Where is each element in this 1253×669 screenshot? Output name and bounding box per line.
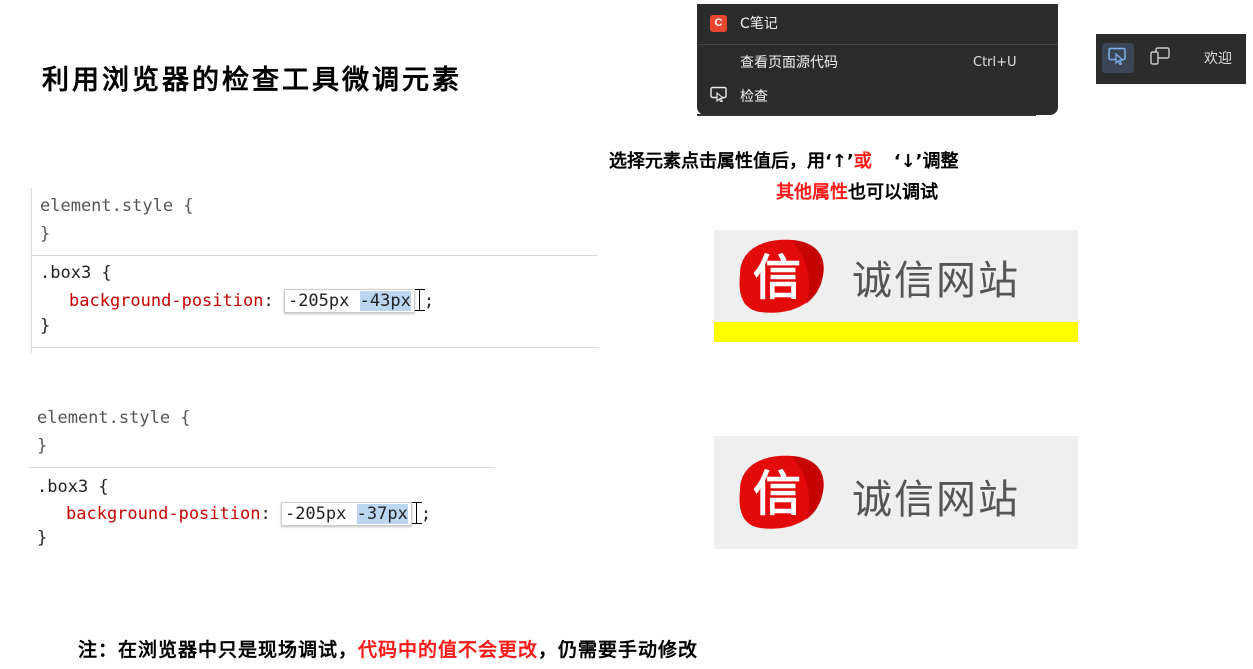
css-semicolon: ;	[423, 291, 435, 311]
logo-text: 诚信网站	[852, 477, 1020, 523]
css-selector[interactable]: .box3 {	[40, 263, 112, 283]
text-cursor-icon	[414, 289, 425, 311]
bottom-note: 注：在浏览器中只是现场调试，代码中的值不会更改，仍需要手动修改	[78, 635, 698, 662]
css-property-name[interactable]: background-position	[69, 291, 263, 311]
device-emulation-icon	[1149, 46, 1171, 70]
css-rule-close: }	[40, 316, 51, 336]
context-menu: C C笔记 查看页面源代码 Ctrl+U 检查	[697, 4, 1058, 115]
note-prefix: 注：在浏览器中只是现场调试，	[78, 639, 359, 661]
menu-item-app[interactable]: C C笔记	[697, 8, 1058, 38]
css-value-y-selected: -37px	[356, 504, 408, 524]
css-colon: :	[260, 504, 281, 524]
menu-item-view-source-label: 查看页面源代码	[740, 55, 838, 71]
note-suffix: ，仍需要手动修改	[538, 639, 699, 661]
instruction-text-end: ‘↓’调整	[893, 151, 959, 172]
devtools-toolbar: 欢迎	[1096, 34, 1246, 84]
logo-preview-1: 信 诚信网站	[714, 230, 1078, 322]
instruction-or: 或	[853, 151, 872, 172]
instruction-line-2: 其他属性也可以调试	[776, 178, 938, 204]
css-declaration: background-position: -205px -43px;	[69, 289, 434, 313]
yellow-bar	[714, 322, 1078, 342]
menu-separator	[697, 44, 1058, 45]
menu-item-view-source[interactable]: 查看页面源代码 Ctrl+U	[697, 47, 1058, 77]
device-toolbar-button[interactable]	[1144, 43, 1176, 73]
css-rule-close: }	[37, 528, 48, 548]
logo-icon-char: 信	[753, 466, 801, 522]
css-selector[interactable]: .box3 {	[37, 477, 109, 497]
css-value-x: -205px	[284, 504, 347, 524]
menu-item-view-source-shortcut: Ctrl+U	[973, 54, 1017, 70]
instruction-line-1: 选择元素点击属性值后，用‘↑’或 ‘↓’调整	[609, 147, 959, 173]
app-logo-icon: C	[710, 14, 727, 32]
menu-item-app-label: C笔记	[740, 16, 778, 32]
instruction-other-properties: 其他属性	[776, 182, 848, 203]
menu-item-inspect[interactable]: 检查	[697, 81, 1058, 111]
styles-panel-1: element.style { } .box3 { background-pos…	[0, 0, 610, 360]
css-semicolon: ;	[420, 504, 432, 524]
element-style-open: element.style {	[40, 196, 194, 216]
chengxin-logo-icon: 信	[730, 236, 830, 320]
logo-icon-char: 信	[753, 250, 801, 306]
inspect-icon	[710, 86, 728, 106]
styles-panel-2: element.style { } .box3 { background-pos…	[0, 390, 520, 570]
instruction-can-debug: 也可以调试	[848, 182, 938, 203]
css-value-editor[interactable]: -205px -37px	[280, 502, 412, 526]
element-style-close: }	[40, 224, 51, 244]
css-colon: :	[263, 291, 284, 311]
note-red: 代码中的值不会更改	[358, 639, 539, 661]
chengxin-logo-icon: 信	[730, 452, 830, 536]
css-value-editor[interactable]: -205px -43px	[283, 289, 415, 313]
logo-preview-2: 信 诚信网站	[714, 436, 1078, 549]
text-cursor-icon	[411, 502, 422, 524]
menu-item-inspect-label: 检查	[740, 89, 768, 105]
logo-text: 诚信网站	[852, 258, 1020, 304]
element-picker-icon	[1108, 47, 1128, 69]
css-property-name[interactable]: background-position	[66, 504, 260, 524]
element-style-close: }	[37, 436, 48, 456]
css-value-y-selected: -43px	[359, 291, 411, 311]
css-value-x: -205px	[287, 291, 350, 311]
element-style-open: element.style {	[37, 408, 191, 428]
menu-bottom-divider	[697, 114, 1036, 116]
instruction-text: 选择元素点击属性值后，用‘↑’	[609, 151, 854, 172]
css-declaration: background-position: -205px -37px;	[66, 502, 431, 526]
element-picker-button[interactable]	[1102, 43, 1134, 73]
tab-welcome[interactable]: 欢迎	[1204, 48, 1232, 68]
